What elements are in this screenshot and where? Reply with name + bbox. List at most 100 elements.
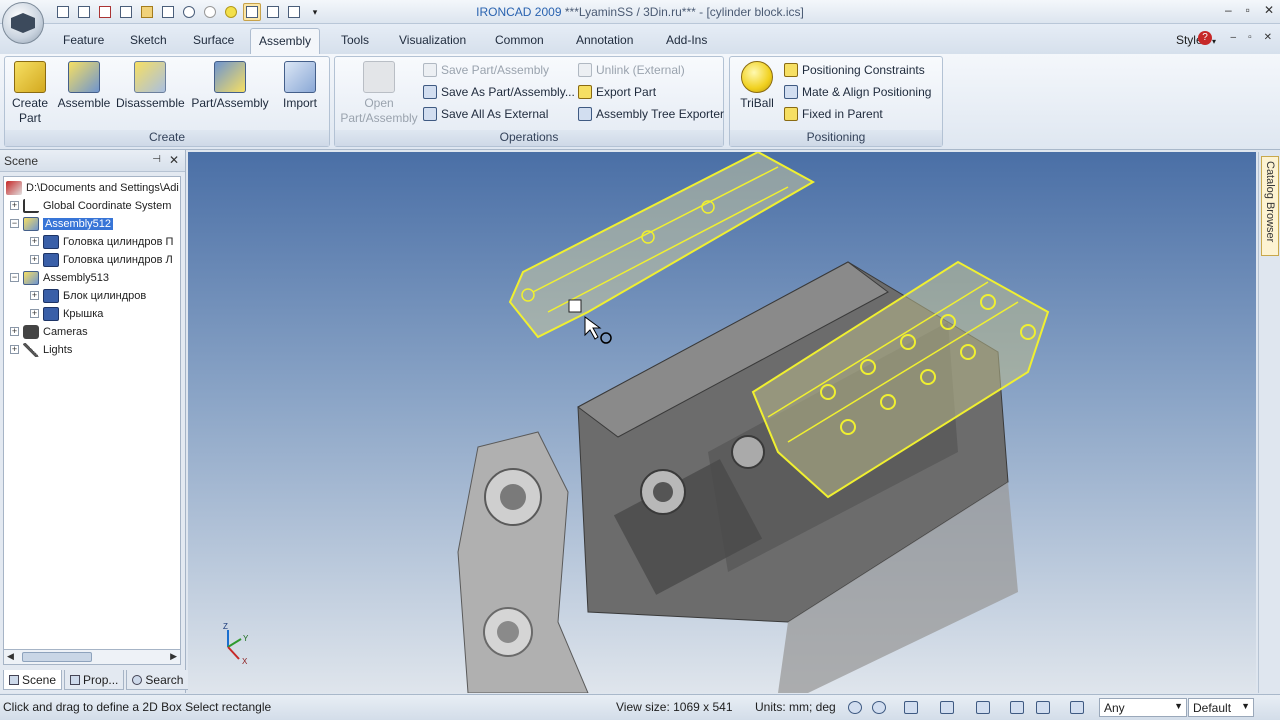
tab-tools[interactable]: Tools (333, 30, 377, 54)
minimize-button[interactable]: – (1225, 3, 1232, 17)
scene-panel-title: Scene (4, 154, 39, 168)
tree-node-scene-root[interactable]: D:\Documents and Settings\Adi (6, 179, 179, 196)
assemble-label: Assemble (57, 96, 111, 110)
catalog-browser-tab[interactable]: Catalog Browser (1261, 156, 1279, 256)
fixed-in-parent-icon (784, 107, 798, 121)
scene-root-icon (6, 180, 22, 195)
document-window-controls: – ▫ ✕ (1231, 32, 1273, 43)
coordinate-system-icon (23, 198, 39, 213)
tree-horizontal-scrollbar[interactable]: ◀ ▶ (3, 649, 181, 665)
expander-icon[interactable]: + (30, 291, 39, 300)
3d-viewport[interactable]: Z Y X (188, 152, 1256, 693)
triball-icon (741, 61, 773, 93)
tree-node-global-coordinate-system[interactable]: + Global Coordinate System (10, 197, 171, 214)
tree-node-cameras[interactable]: + Cameras (10, 323, 88, 340)
pin-icon[interactable]: ⊣ (152, 154, 161, 165)
save-part-assembly-button[interactable]: Save Part/Assembly (423, 60, 549, 80)
expander-icon[interactable]: + (10, 201, 19, 210)
tree-node-cylinder-head-left[interactable]: + Головка цилиндров Л (30, 251, 173, 268)
group-positioning-name: Positioning (730, 130, 942, 146)
tab-search[interactable]: Search (126, 670, 190, 690)
tab-feature[interactable]: Feature (55, 30, 112, 54)
doc-restore-button[interactable]: ▫ (1248, 32, 1252, 43)
fixed-in-parent-button[interactable]: Fixed in Parent (784, 104, 883, 124)
tab-properties[interactable]: Prop... (64, 670, 125, 690)
tab-scene[interactable]: Scene (3, 670, 63, 690)
export-part-button[interactable]: Export Part (578, 82, 656, 102)
tree-label: Global Coordinate System (43, 199, 172, 212)
save-all-as-external-button[interactable]: Save All As External (423, 104, 548, 124)
expander-icon[interactable]: + (30, 237, 39, 246)
tree-label: Головка цилиндров П (63, 235, 174, 248)
close-panel-icon[interactable]: ✕ (169, 153, 179, 167)
collapse-icon[interactable]: − (10, 273, 19, 282)
save-as-part-assembly-button[interactable]: Save As Part/Assembly... (423, 82, 575, 102)
render-style-icon[interactable] (1008, 699, 1026, 716)
tree-label: Assembly513 (43, 271, 110, 284)
zoom-window-icon[interactable] (870, 699, 888, 716)
tab-common[interactable]: Common (487, 30, 552, 54)
close-button[interactable]: ✕ (1264, 3, 1274, 17)
selection-filter-dropdown[interactable]: Any ▼ (1099, 698, 1187, 717)
expander-icon[interactable]: + (30, 255, 39, 264)
group-operations: Open Part/Assembly Save Part/Assembly Sa… (334, 56, 724, 147)
tree-label: Lights (43, 343, 73, 356)
status-message: Click and drag to define a 2D Box Select… (3, 700, 272, 714)
tab-sketch[interactable]: Sketch (122, 30, 175, 54)
light-icon (23, 342, 39, 357)
scene-selection-icon[interactable] (1068, 699, 1086, 716)
tab-annotation[interactable]: Annotation (568, 30, 641, 54)
doc-close-button[interactable]: ✕ (1264, 32, 1272, 43)
mate-align-label: Mate & Align Positioning (802, 85, 932, 99)
unlink-external-button[interactable]: Unlink (External) (578, 60, 685, 80)
maximize-button[interactable]: ▫ (1246, 3, 1250, 17)
tree-node-cylinder-block[interactable]: + Блок цилиндров (30, 287, 146, 304)
export-part-icon (578, 85, 592, 99)
dropdown-chevron-icon: ▼ (1241, 701, 1250, 711)
mate-align-positioning-button[interactable]: Mate & Align Positioning (784, 82, 931, 102)
disassemble-button[interactable]: Disassemble (116, 61, 185, 111)
orbit-icon[interactable] (902, 699, 920, 716)
collapse-icon[interactable]: − (10, 219, 19, 228)
save-all-label: Save All As External (441, 107, 549, 121)
view-orientation-icon[interactable] (938, 699, 956, 716)
export-part-label: Export Part (596, 85, 657, 99)
ribbon: Create Part Assemble Disassemble Part/As… (0, 54, 1280, 150)
style-dropdown[interactable]: Default ▼ (1188, 698, 1254, 717)
create-part-button[interactable]: Create Part (8, 61, 52, 126)
positioning-constraints-button[interactable]: Positioning Constraints (784, 60, 925, 80)
tree-node-lights[interactable]: + Lights (10, 341, 72, 358)
assemble-icon (68, 61, 100, 93)
scroll-right-icon[interactable]: ▶ (170, 651, 177, 662)
tree-node-assembly513[interactable]: − Assembly513 (10, 269, 109, 286)
import-button[interactable]: Import (277, 61, 323, 111)
tree-node-cover[interactable]: + Крышка (30, 305, 103, 322)
selection-filter-icon[interactable] (974, 699, 992, 716)
display-mode-icon[interactable] (1034, 699, 1052, 716)
tab-surface[interactable]: Surface (185, 30, 242, 54)
part-assembly-button[interactable]: Part/Assembly (190, 61, 270, 111)
expander-icon[interactable]: + (30, 309, 39, 318)
doc-minimize-button[interactable]: – (1231, 32, 1237, 43)
tree-node-assembly512[interactable]: − Assembly512 (10, 215, 114, 232)
scroll-left-icon[interactable]: ◀ (7, 651, 14, 662)
help-icon[interactable]: ? (1198, 31, 1212, 45)
open-part-assembly-button[interactable]: Open Part/Assembly (337, 61, 421, 126)
scroll-thumb[interactable] (22, 652, 92, 662)
expander-icon[interactable]: + (10, 327, 19, 336)
ribbon-tabs: Feature Sketch Surface Assembly Tools Vi… (0, 24, 1280, 55)
open-part-assembly-label: Open Part/Assembly (340, 96, 418, 125)
tab-visualization[interactable]: Visualization (391, 30, 474, 54)
assembly-tree-exporter-button[interactable]: Assembly Tree Exporter (578, 104, 724, 124)
part-icon (43, 234, 59, 249)
application-menu-button[interactable] (2, 2, 44, 44)
zoom-icon[interactable] (846, 699, 864, 716)
assemble-button[interactable]: Assemble (56, 61, 112, 111)
tree-node-cylinder-head-right[interactable]: + Головка цилиндров П (30, 233, 173, 250)
expander-icon[interactable]: + (10, 345, 19, 354)
save-part-assembly-label: Save Part/Assembly (441, 63, 550, 77)
triball-button[interactable]: TriBall (736, 61, 778, 111)
disassemble-label: Disassemble (116, 96, 185, 110)
tab-add-ins[interactable]: Add-Ins (658, 30, 715, 54)
tab-assembly[interactable]: Assembly (250, 28, 321, 55)
